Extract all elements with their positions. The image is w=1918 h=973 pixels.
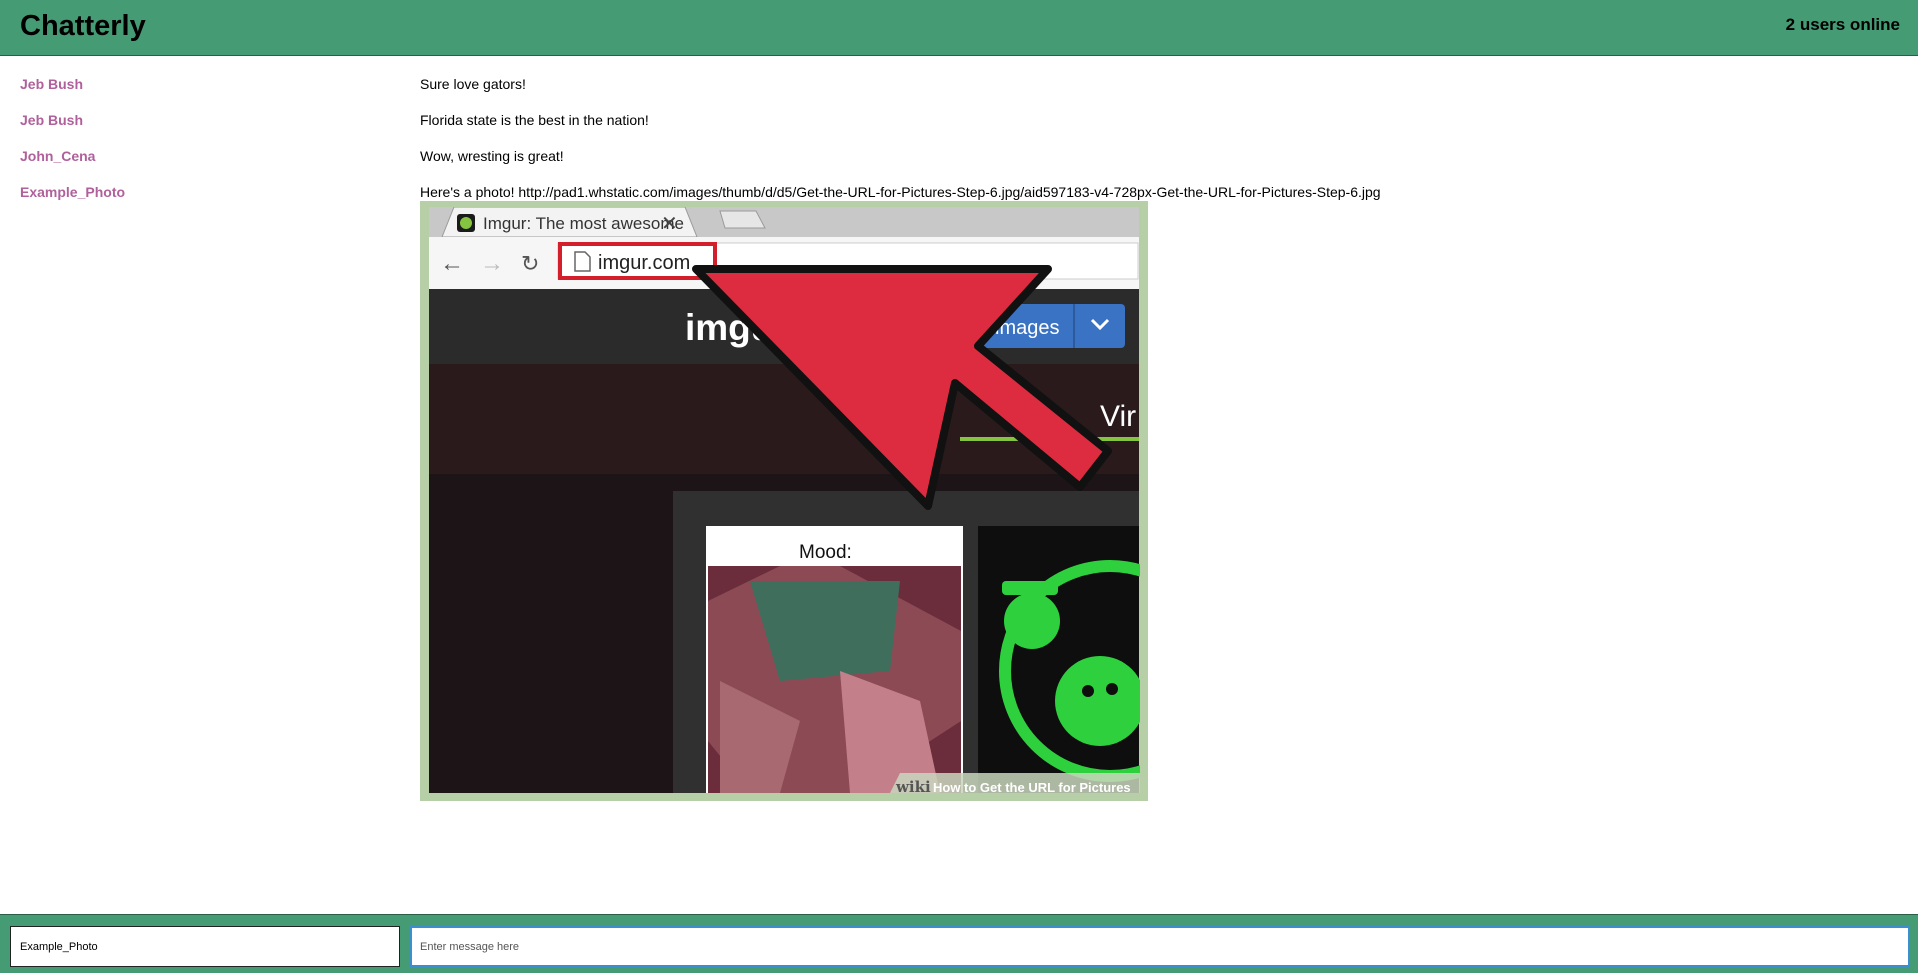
tab-title: Imgur: The most awesome xyxy=(483,214,684,233)
shared-photo: Imgur: The most awesome ✕ ← → ↻ imgur.co… xyxy=(420,201,1148,801)
tab-close-icon: ✕ xyxy=(661,213,678,235)
message-username: Jeb Bush xyxy=(20,112,84,128)
message-text: Wow, wresting is great! xyxy=(420,148,564,164)
app-header: Chatterly 2 users online xyxy=(0,0,1918,56)
back-arrow-icon: ← xyxy=(440,250,464,277)
forward-arrow-icon: → xyxy=(480,250,504,277)
watermark-caption: How to Get the URL for Pictures xyxy=(933,780,1131,795)
photo-illustration: Imgur: The most awesome ✕ ← → ↻ imgur.co… xyxy=(420,201,1148,801)
message-row: Jeb Bush Florida state is the best in th… xyxy=(0,112,1918,148)
message-row: Jeb Bush Sure love gators! xyxy=(0,76,1918,112)
users-online-count: 2 users online xyxy=(1785,15,1900,34)
username-input[interactable] xyxy=(10,926,400,967)
mood-card-label: Mood: xyxy=(799,542,852,563)
app-title: Chatterly xyxy=(20,10,146,42)
reload-icon: ↻ xyxy=(521,251,539,276)
headline-text: Vir xyxy=(1100,400,1136,433)
message-list: Jeb Bush Sure love gators! Jeb Bush Flor… xyxy=(0,56,1918,914)
message-text: Florida state is the best in the nation! xyxy=(420,112,649,128)
message-row: John_Cena Wow, wresting is great! xyxy=(0,148,1918,184)
address-bar-text: imgur.com xyxy=(598,252,690,274)
message-composer xyxy=(0,914,1918,973)
message-input[interactable] xyxy=(410,926,1910,967)
message-username: Jeb Bush xyxy=(20,76,84,92)
message-username: John_Cena xyxy=(20,148,96,164)
message-text: Sure love gators! xyxy=(420,76,526,92)
message-username: Example_Photo xyxy=(20,184,126,200)
message-text: Here's a photo! http://pad1.whstatic.com… xyxy=(420,184,1381,200)
